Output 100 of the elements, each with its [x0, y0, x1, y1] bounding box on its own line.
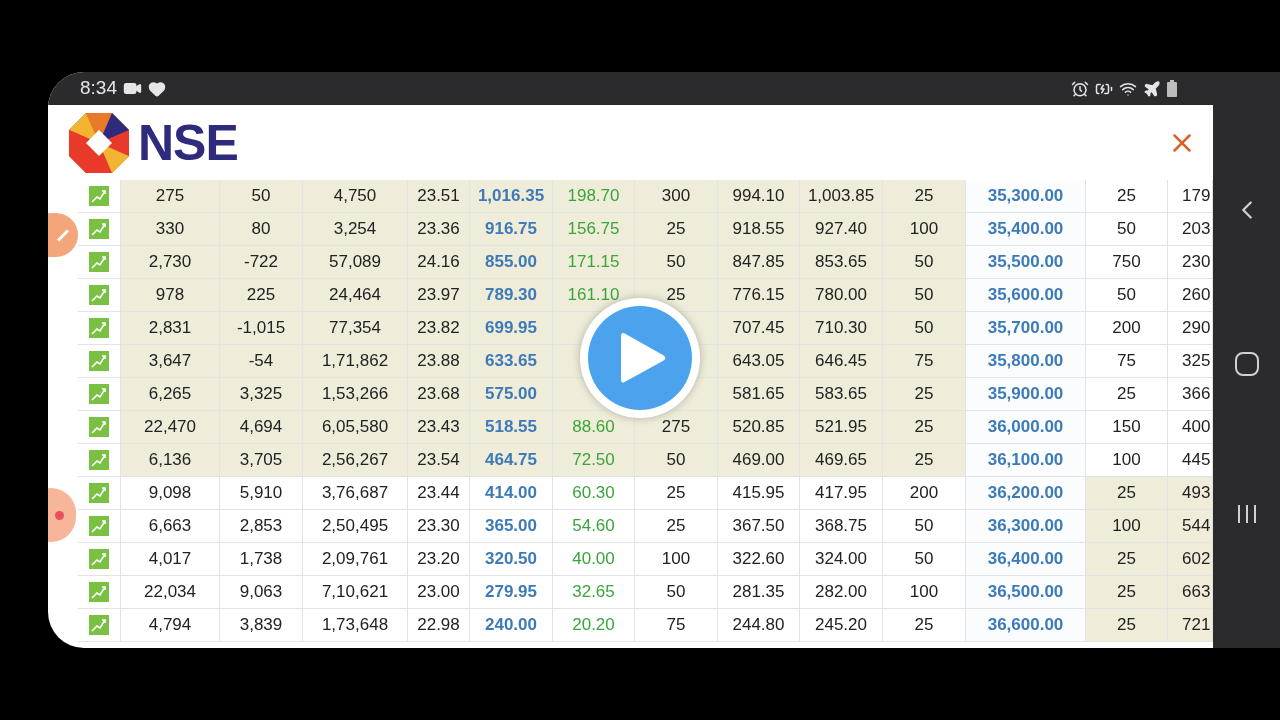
table-cell: 544 [1168, 510, 1213, 543]
table-cell: 88.60 [553, 411, 635, 444]
table-cell: 60.30 [553, 477, 635, 510]
table-cell: 23.44 [408, 477, 470, 510]
table-cell: 2,831 [121, 312, 220, 345]
table-cell: 25 [635, 510, 718, 543]
table-cell: -722 [220, 246, 303, 279]
table-cell: 100 [883, 213, 966, 246]
table-cell: 646.45 [800, 345, 883, 378]
table-cell: 324.00 [800, 543, 883, 576]
table-cell: 36,500.00 [966, 576, 1086, 609]
table-cell: 3,76,687 [303, 477, 408, 510]
table-cell: 414.00 [470, 477, 553, 510]
table-cell: 855.00 [470, 246, 553, 279]
table-cell: 198.70 [553, 180, 635, 213]
chart-icon[interactable] [89, 516, 109, 536]
table-cell: 721 [1168, 609, 1213, 642]
table-cell: 2,56,267 [303, 444, 408, 477]
table-cell: 520.85 [718, 411, 800, 444]
chart-icon[interactable] [89, 450, 109, 470]
table-cell: 23.68 [408, 378, 470, 411]
table-cell: 23.82 [408, 312, 470, 345]
table-cell: 3,647 [121, 345, 220, 378]
recents-icon[interactable] [1235, 502, 1258, 525]
table-cell: 518.55 [470, 411, 553, 444]
home-icon[interactable] [1234, 352, 1259, 376]
chart-icon[interactable] [89, 219, 109, 239]
table-cell: 23.88 [408, 345, 470, 378]
play-icon [621, 330, 667, 386]
table-cell: 25 [883, 180, 966, 213]
table-cell: 3,839 [220, 609, 303, 642]
table-cell: 469.65 [800, 444, 883, 477]
chart-icon[interactable] [89, 549, 109, 569]
chart-icon[interactable] [89, 186, 109, 206]
table-cell: 415.95 [718, 477, 800, 510]
chart-icon[interactable] [89, 318, 109, 338]
chart-icon[interactable] [89, 285, 109, 305]
table-cell: 367.50 [718, 510, 800, 543]
table-cell: 2,853 [220, 510, 303, 543]
table-cell: 244.80 [718, 609, 800, 642]
table-cell: 366 [1168, 378, 1213, 411]
logo-icon [68, 111, 130, 174]
table-cell: 575.00 [470, 378, 553, 411]
table-cell: 6,05,580 [303, 411, 408, 444]
chart-icon[interactable] [89, 351, 109, 371]
table-cell: 23.51 [408, 180, 470, 213]
chart-icon[interactable] [89, 384, 109, 404]
table-cell: 50 [1086, 279, 1168, 312]
table-cell: -54 [220, 345, 303, 378]
table-cell: 330 [121, 213, 220, 246]
table-cell: 36,000.00 [966, 411, 1086, 444]
table-cell: 150 [1086, 411, 1168, 444]
table-cell: 32.65 [553, 576, 635, 609]
table-cell: 776.15 [718, 279, 800, 312]
table-cell: 156.75 [553, 213, 635, 246]
table-cell: 25 [635, 477, 718, 510]
status-time: 8:34 [80, 76, 117, 101]
table-cell: 36,600.00 [966, 609, 1086, 642]
chart-icon[interactable] [89, 615, 109, 635]
table-cell: 493 [1168, 477, 1213, 510]
chart-icon[interactable] [89, 417, 109, 437]
table-cell: 23.20 [408, 543, 470, 576]
table-cell: 521.95 [800, 411, 883, 444]
table-cell: 643.05 [718, 345, 800, 378]
table-cell: 80 [220, 213, 303, 246]
battery-icon [1167, 80, 1177, 97]
table-cell: 75 [1086, 345, 1168, 378]
table-cell: 240.00 [470, 609, 553, 642]
table-cell: 36,300.00 [966, 510, 1086, 543]
table-cell: 50 [220, 180, 303, 213]
table-cell: 35,300.00 [966, 180, 1086, 213]
table-cell: 994.10 [718, 180, 800, 213]
table-cell: 1,73,648 [303, 609, 408, 642]
table-cell: 3,325 [220, 378, 303, 411]
table-cell: 365.00 [470, 510, 553, 543]
chart-icon[interactable] [89, 252, 109, 272]
table-cell: 1,738 [220, 543, 303, 576]
table-cell: 75 [883, 345, 966, 378]
table-cell: 445 [1168, 444, 1213, 477]
table-cell: 75 [635, 609, 718, 642]
table-cell: 6,265 [121, 378, 220, 411]
table-cell: 20.20 [553, 609, 635, 642]
table-cell: 225 [220, 279, 303, 312]
table-cell: 25 [1086, 180, 1168, 213]
table-cell: 25 [883, 411, 966, 444]
table-cell: 25 [883, 444, 966, 477]
table-cell: 417.95 [800, 477, 883, 510]
table-cell: 72.50 [553, 444, 635, 477]
table-cell: 50 [635, 576, 718, 609]
chart-icon[interactable] [89, 483, 109, 503]
table-cell: 245.20 [800, 609, 883, 642]
table-cell: 230 [1168, 246, 1213, 279]
table-cell: 750 [1086, 246, 1168, 279]
table-cell: 699.95 [470, 312, 553, 345]
table-cell: 7,10,621 [303, 576, 408, 609]
table-cell: 918.55 [718, 213, 800, 246]
table-cell: 50 [635, 444, 718, 477]
table-cell: 23.43 [408, 411, 470, 444]
chart-icon[interactable] [89, 582, 109, 602]
table-cell: 464.75 [470, 444, 553, 477]
